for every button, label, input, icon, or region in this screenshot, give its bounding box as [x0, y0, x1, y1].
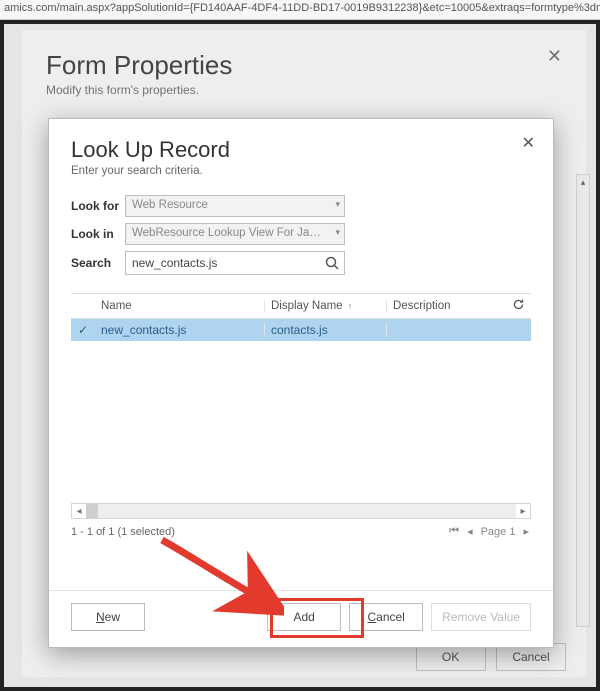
cancel-button[interactable]: Cancel: [349, 603, 423, 631]
results-grid: Name Display Name ↑ Description ✓ new_co…: [71, 293, 531, 538]
form-properties-close-icon[interactable]: ✕: [547, 46, 562, 67]
pager-page-text: Page 1: [479, 526, 518, 538]
scroll-left-icon[interactable]: ◂: [72, 506, 86, 517]
row-selected-check-icon: ✓: [71, 323, 95, 337]
pager-next-icon[interactable]: ▸: [521, 525, 531, 538]
grid-row-selected[interactable]: ✓ new_contacts.js contacts.js: [71, 319, 531, 341]
dialog-subtitle: Enter your search criteria.: [71, 165, 531, 177]
grid-header-display-name[interactable]: Display Name ↑: [265, 300, 387, 312]
lookup-record-dialog: ✕ Look Up Record Enter your search crite…: [48, 118, 554, 648]
row-name: new_contacts.js: [95, 323, 265, 337]
grid-header-name[interactable]: Name: [95, 300, 265, 312]
search-input[interactable]: [126, 252, 322, 274]
grid-pager: 1 - 1 of 1 (1 selected) ⏮ ◂ Page 1 ▸: [71, 525, 531, 538]
grid-header-display-name-text: Display Name: [271, 300, 343, 312]
add-button[interactable]: Add: [267, 603, 341, 631]
vertical-scrollbar[interactable]: ▴: [576, 174, 590, 627]
lookfor-label: Look for: [71, 199, 125, 213]
app-viewport: Form Properties Modify this form's prope…: [0, 20, 600, 691]
scroll-thumb[interactable]: [86, 504, 98, 518]
scroll-track[interactable]: [86, 504, 516, 518]
pager-info: 1 - 1 of 1 (1 selected): [71, 526, 175, 538]
lookin-value: WebResource Lookup View For Java Scr: [132, 227, 342, 239]
form-properties-title: Form Properties: [46, 50, 562, 81]
search-label: Search: [71, 256, 125, 270]
remove-value-button: Remove Value: [431, 603, 531, 631]
pager-first-icon[interactable]: ⏮: [447, 525, 461, 538]
row-display-name: contacts.js: [265, 323, 387, 337]
chevron-down-icon: ▾: [335, 227, 340, 238]
lookfor-dropdown[interactable]: Web Resource ▾: [125, 195, 345, 217]
lookfor-value: Web Resource: [132, 199, 208, 211]
lookin-label: Look in: [71, 227, 125, 241]
browser-url-bar[interactable]: amics.com/main.aspx?appSolutionId={FD140…: [0, 0, 600, 20]
lookin-dropdown[interactable]: WebResource Lookup View For Java Scr ▾: [125, 223, 345, 245]
scroll-right-icon[interactable]: ▸: [516, 506, 530, 517]
grid-header-row: Name Display Name ↑ Description: [71, 294, 531, 319]
sort-asc-icon: ↑: [348, 301, 353, 311]
grid-header-description[interactable]: Description: [387, 300, 497, 312]
dialog-close-icon[interactable]: ✕: [522, 133, 535, 153]
dialog-footer: New Add Cancel Remove Value: [49, 590, 553, 647]
form-properties-subtitle: Modify this form's properties.: [46, 83, 562, 97]
refresh-icon[interactable]: [506, 298, 531, 314]
new-button[interactable]: New: [71, 603, 145, 631]
search-box[interactable]: [125, 251, 345, 275]
scroll-up-icon[interactable]: ▴: [577, 175, 589, 189]
grid-horizontal-scrollbar[interactable]: ◂ ▸: [71, 503, 531, 519]
chevron-down-icon: ▾: [335, 199, 340, 210]
dialog-title: Look Up Record: [71, 137, 531, 163]
search-icon[interactable]: [324, 255, 340, 271]
pager-prev-icon[interactable]: ◂: [465, 525, 475, 538]
grid-empty-area: [71, 341, 531, 501]
